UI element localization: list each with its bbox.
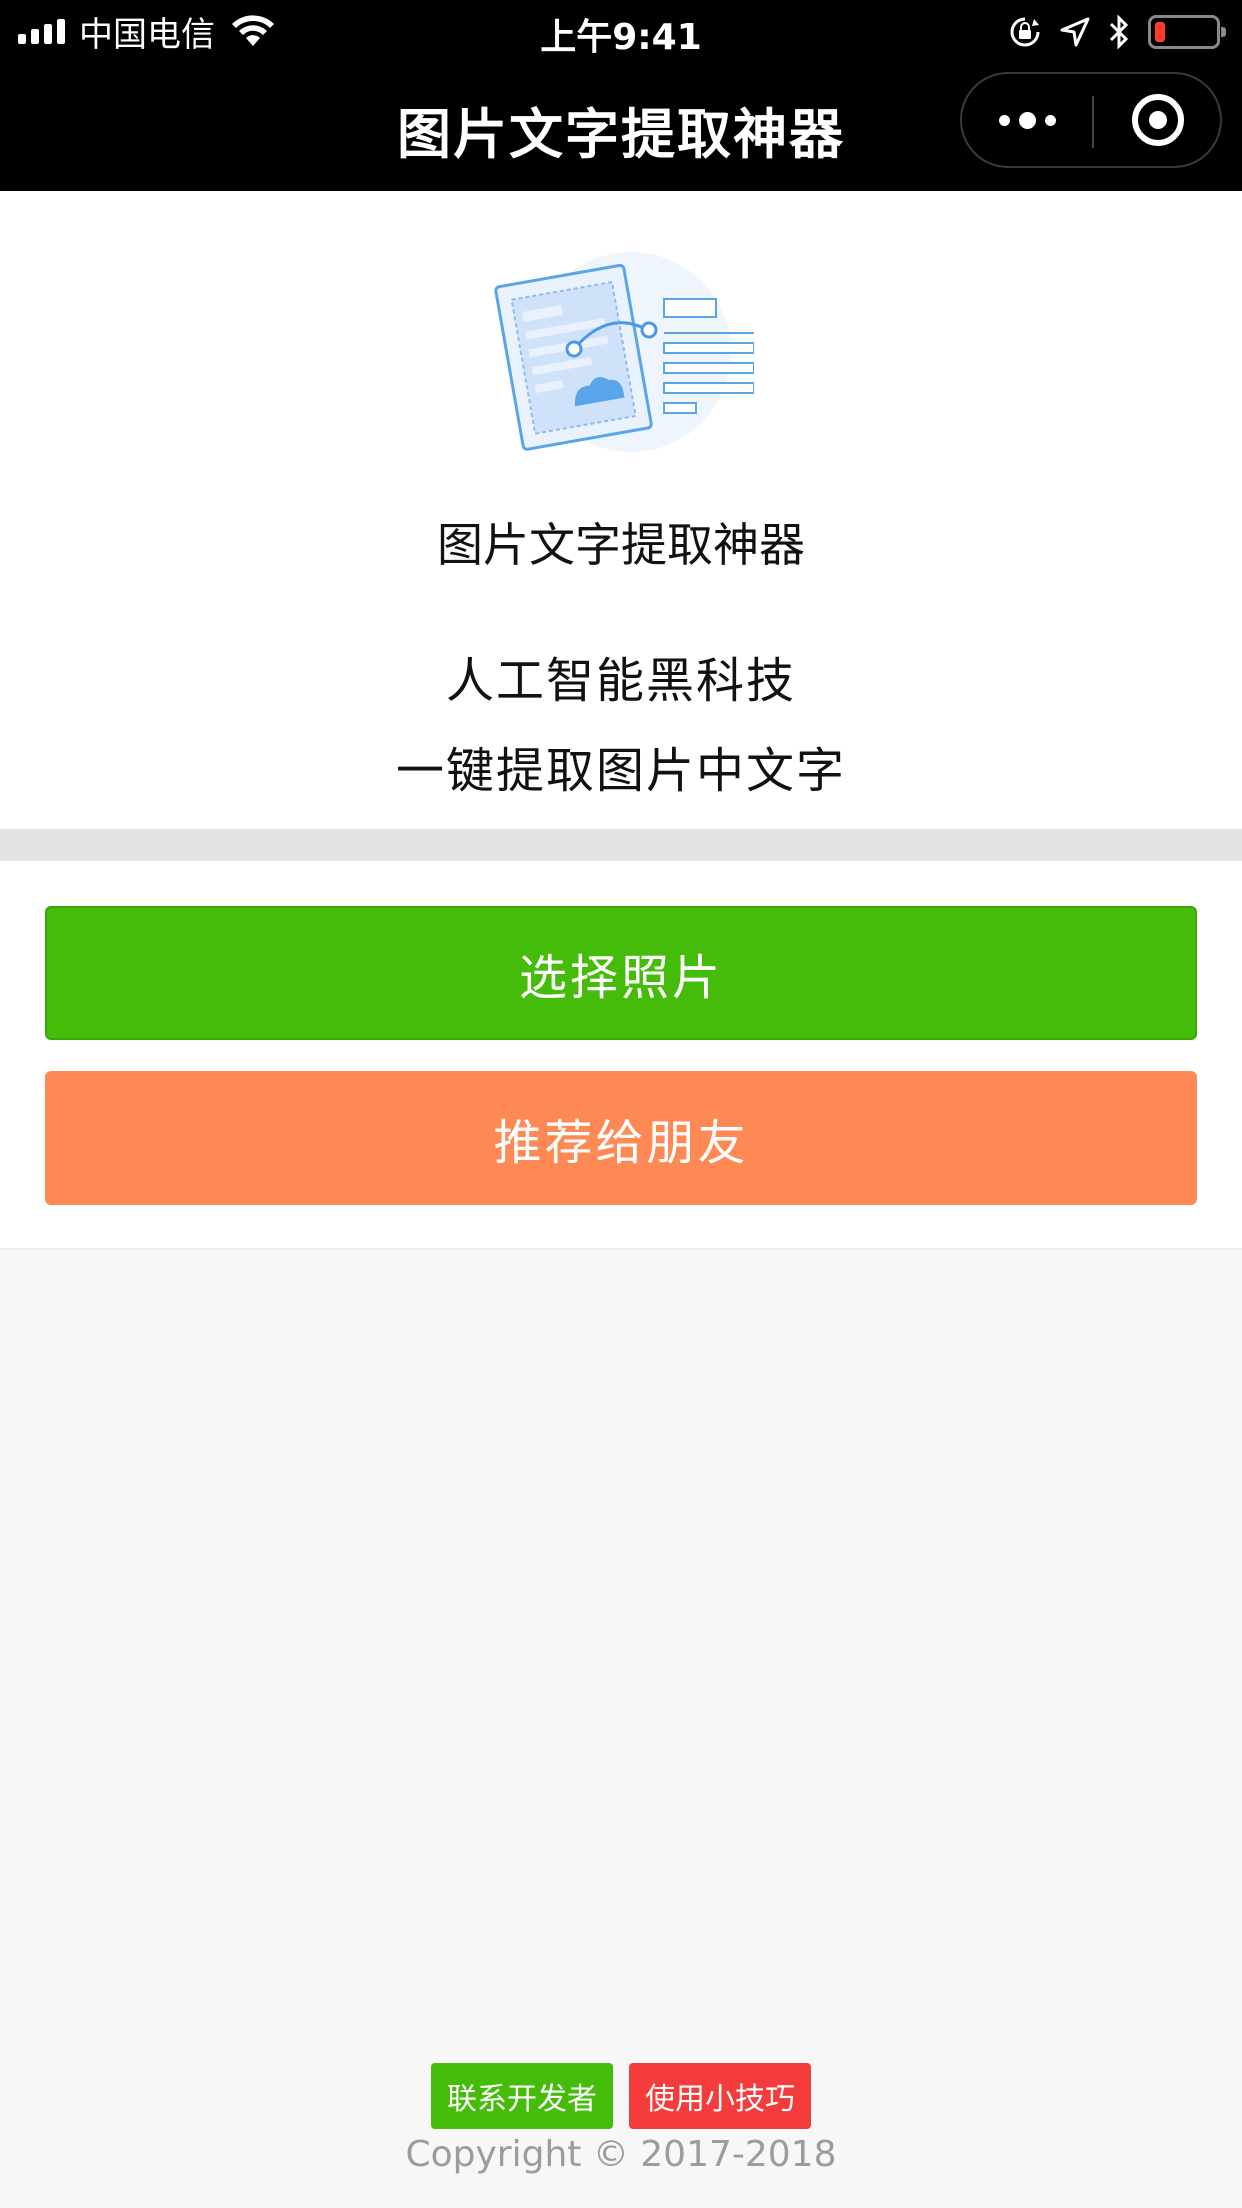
rotation-lock-icon xyxy=(1010,17,1040,47)
battery-icon xyxy=(1148,15,1226,49)
status-bar: 中国电信 上午9:41 xyxy=(0,0,1242,62)
usage-tips-button[interactable]: 使用小技巧 xyxy=(629,2063,811,2129)
recommend-to-friend-button[interactable]: 推荐给朋友 xyxy=(45,1071,1197,1205)
bluetooth-icon xyxy=(1109,15,1129,49)
actions-section: 选择照片 推荐给朋友 xyxy=(0,861,1242,1250)
hero-section: 图片文字提取神器 人工智能黑科技 一键提取图片中文字 xyxy=(0,191,1242,829)
copyright-text: Copyright © 2017-2018 xyxy=(405,2134,837,2175)
hero-tagline-1: 人工智能黑科技 xyxy=(445,653,796,709)
status-right xyxy=(1008,10,1226,54)
section-divider xyxy=(0,829,1242,861)
location-icon xyxy=(1060,17,1090,47)
nav-bar: 图片文字提取神器 xyxy=(0,62,1242,191)
target-close-icon[interactable] xyxy=(1094,74,1222,166)
more-dots-icon[interactable] xyxy=(962,74,1092,166)
capsule-menu xyxy=(960,72,1222,168)
contact-developer-button[interactable]: 联系开发者 xyxy=(431,2063,613,2129)
hero-tagline-2: 一键提取图片中文字 xyxy=(395,743,846,799)
hero-title: 图片文字提取神器 xyxy=(437,518,805,572)
select-photo-button[interactable]: 选择照片 xyxy=(45,906,1197,1040)
footer-links: 联系开发者 使用小技巧 xyxy=(0,2063,1242,2129)
document-scan-illustration-icon xyxy=(494,252,754,452)
